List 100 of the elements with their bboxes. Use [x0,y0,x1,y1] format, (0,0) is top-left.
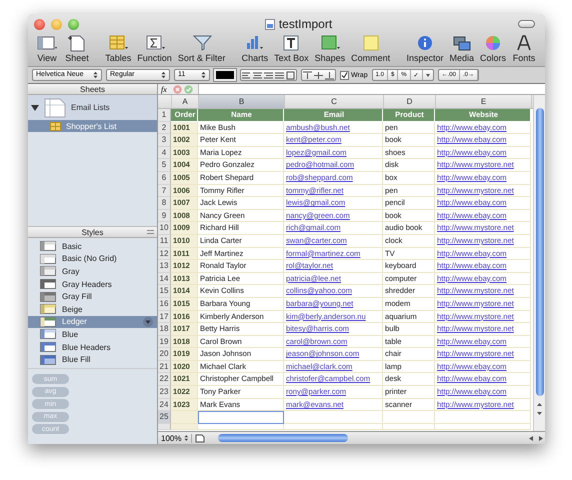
column-header[interactable]: B [199,95,285,108]
bar-chart-button[interactable]: Charts [238,34,272,66]
scrollbar-thumb[interactable] [218,434,348,442]
column-header[interactable]: D [384,95,436,108]
style-swatch-icon [40,241,56,252]
valign-icon [324,70,335,80]
text-box-button[interactable]: Text Box [271,34,312,66]
sheet-icon [44,98,66,118]
sheet-button[interactable]: Sheet [62,34,92,66]
square-button[interactable]: Shapes [312,34,348,66]
row-header[interactable]: 6 [158,172,171,185]
row-header[interactable]: 19 [158,336,171,348]
stepper-arrows-icon [184,434,189,442]
sheet-item[interactable]: Email Lists [28,95,157,120]
align-icon [263,70,274,80]
scroll-arrows-icon[interactable] [527,434,545,442]
align-icon [241,70,252,80]
style-item[interactable]: Blue [28,328,157,341]
row-header[interactable]: 14 [158,272,171,286]
style-swatch-icon [40,266,56,276]
style-item[interactable]: Blue Fill [28,353,157,366]
style-swatch-icon [40,342,56,352]
stepper-arrows-icon [161,71,166,79]
info-button[interactable]: Inspector [403,34,446,66]
valign-icon [302,70,313,80]
row-header[interactable]: 20 [158,348,171,361]
align-icon [285,70,296,80]
valign-icon [313,70,324,80]
column-header[interactable]: E [436,95,532,108]
style-swatch-icon [40,354,56,365]
window-title: testImport [278,17,332,31]
row-header[interactable]: 21 [158,360,171,374]
close-button[interactable] [34,18,45,30]
row-header[interactable]: 25 [158,411,171,424]
document-icon [264,18,275,30]
row-header[interactable]: 16 [158,298,171,310]
funnel-button[interactable]: Sort & Filter [174,34,228,66]
accept-icon[interactable] [184,84,193,94]
style-item[interactable]: Gray [28,265,157,278]
stepper-arrows-icon [93,71,98,79]
menu-icon[interactable] [146,228,155,236]
row-header[interactable]: 10 [158,222,171,235]
style-item[interactable]: Gray Headers [28,278,157,290]
align-icon [274,70,285,80]
row-header[interactable]: 13 [158,260,171,273]
color-wheel-button[interactable]: Colors [476,34,509,66]
vertical-alignment-control[interactable] [301,69,336,81]
row-header[interactable]: 1 [158,109,171,122]
style-item[interactable]: Basic (No Grid) [28,252,157,266]
row-header[interactable]: 8 [158,197,171,210]
row-header[interactable]: 12 [158,248,171,260]
style-swatch-icon [40,279,56,290]
letter-button[interactable]: Fonts [509,34,539,66]
style-swatch-icon [40,292,56,302]
note-button[interactable]: Comment [348,34,394,66]
dropdown-icon[interactable] [143,316,153,327]
row-header[interactable]: 11 [158,234,171,248]
alignment-control[interactable] [240,69,297,81]
text-color-well[interactable] [214,69,236,81]
row-header[interactable]: 4 [158,146,171,160]
media-button[interactable]: Media [446,34,477,66]
style-item[interactable]: Gray Fill [28,290,157,303]
selected-cell[interactable] [198,411,284,424]
formula-label: fx [161,84,168,94]
zoom-button[interactable] [68,18,79,30]
row-header[interactable]: 15 [158,285,171,298]
style-item[interactable]: Basic [28,240,157,253]
style-swatch-icon [40,304,56,314]
row-header[interactable]: 23 [158,386,171,399]
row-header[interactable]: 18 [158,323,171,336]
row-header[interactable]: 22 [158,373,171,386]
row-header[interactable]: 5 [158,159,171,172]
toolbar-toggle-button[interactable] [518,20,535,28]
sigma-button[interactable]: Function [134,34,175,66]
formula-field[interactable] [198,84,545,94]
empty-cell [383,411,435,424]
view-button[interactable]: View [32,34,62,66]
row-header[interactable]: 2 [158,122,171,134]
style-swatch-icon [40,316,56,327]
view-icon [35,34,59,52]
disclosure-triangle-icon[interactable] [31,104,39,112]
style-item[interactable]: Beige [28,302,157,316]
style-item[interactable]: Blue Headers [28,340,157,354]
row-header[interactable]: 7 [158,184,171,198]
zoom-select[interactable]: 100% [161,434,192,442]
style-swatch-icon [40,254,56,264]
row-header[interactable]: 3 [158,134,171,147]
panel-header: Sheets [80,84,105,94]
scrollbar-thumb[interactable] [536,108,544,396]
row-header[interactable]: 24 [158,398,171,412]
sheet-icon[interactable] [195,434,205,442]
checkmark-icon [341,72,348,78]
panel-header: Styles [82,228,104,236]
table-icon [50,122,61,130]
row-header[interactable]: 17 [158,310,171,324]
row-header[interactable]: 9 [158,210,171,222]
style-swatch-icon [40,329,56,340]
column-header[interactable]: C [285,95,384,108]
table-button[interactable]: Tables [102,34,134,66]
cancel-icon[interactable] [173,84,182,94]
